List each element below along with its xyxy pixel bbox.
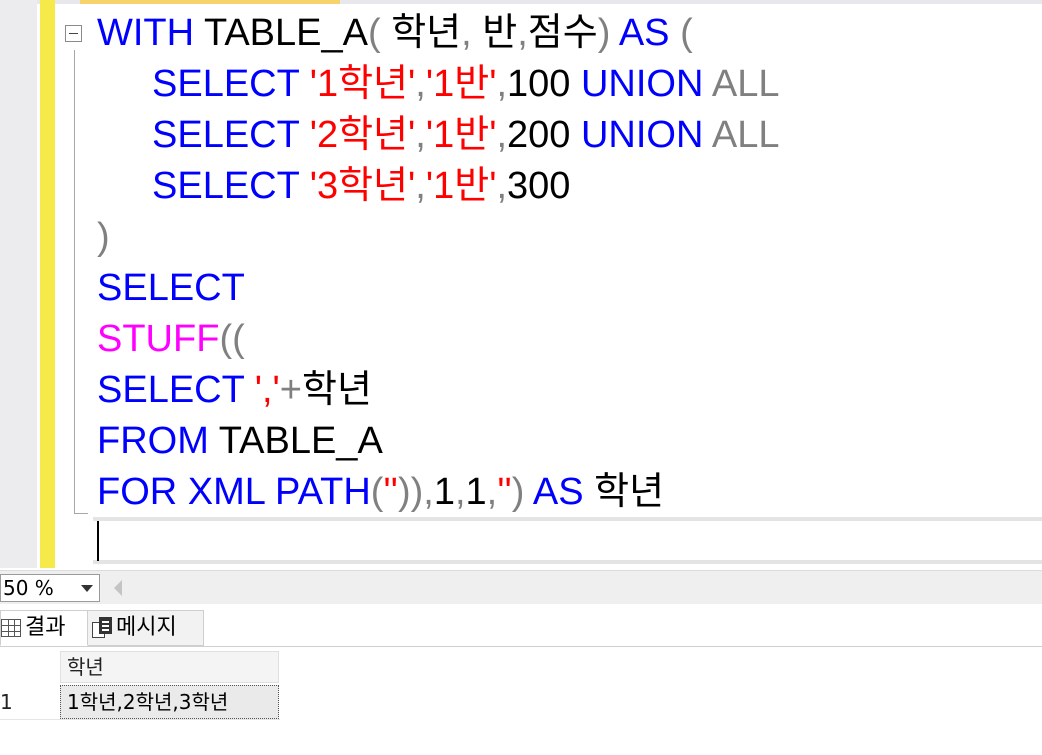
code-token: UNION — [570, 114, 704, 156]
code-token: , — [496, 165, 508, 207]
code-token: WITH — [97, 12, 195, 54]
code-token: , — [496, 114, 508, 156]
code-token: ( — [669, 12, 693, 54]
zoom-select[interactable]: 50 % — [0, 574, 100, 602]
code-token: AS — [524, 471, 584, 513]
code-token: STUFF — [97, 318, 220, 360]
code-token: '1반' — [425, 114, 497, 156]
code-token: , — [496, 63, 508, 105]
code-token: '1반' — [425, 165, 497, 207]
code-token: TABLE_A — [194, 12, 368, 54]
code-line: STUFF(( — [97, 314, 780, 365]
code-token: , — [415, 114, 426, 156]
code-token: )), — [397, 471, 434, 513]
zoom-value: 50 % — [3, 576, 54, 600]
result-cell[interactable]: 1학년,2학년,3학년 — [60, 685, 279, 719]
code-line: SELECT '1학년','1반',100 UNION ALL — [97, 59, 780, 110]
tab-messages[interactable]: 메시지 — [88, 610, 204, 646]
code-line: FOR XML PATH('')),1,1,'') AS 학년 — [97, 467, 780, 518]
code-token: '' — [497, 471, 512, 513]
code-token: (( — [219, 318, 245, 360]
tab-results-label: 결과 — [25, 615, 66, 640]
code-token: AS — [610, 12, 670, 54]
code-token: 학년 — [380, 12, 462, 54]
results-tabbar: 결과 메시지 — [0, 604, 1042, 647]
code-token: SELECT — [152, 165, 300, 207]
code-token: 1 — [465, 471, 487, 513]
code-token: SELECT — [97, 267, 245, 309]
change-tracking-bar — [40, 0, 55, 568]
code-token: ( — [368, 12, 381, 54]
code-line: ) — [97, 212, 780, 263]
scroll-left-icon[interactable] — [114, 580, 122, 596]
active-tab-highlight — [80, 0, 340, 4]
chevron-down-icon[interactable] — [81, 585, 93, 592]
code-token: 학년 — [583, 471, 665, 513]
code-token: + — [279, 369, 302, 411]
code-token: , — [415, 165, 426, 207]
code-token: '' — [383, 471, 398, 513]
code-token: , — [454, 471, 466, 513]
outline-line — [74, 50, 75, 514]
tab-results[interactable]: 결과 — [0, 610, 88, 646]
code-token: SELECT — [152, 114, 300, 156]
code-line: SELECT ','+학년 — [97, 365, 780, 416]
messages-icon — [92, 617, 112, 639]
outline-line-end — [74, 513, 88, 514]
code-token: 300 — [507, 165, 571, 207]
code-token: '2학년' — [309, 114, 416, 156]
code-token: SELECT — [97, 369, 245, 411]
code-token: ( — [370, 471, 384, 513]
code-line: SELECT — [97, 263, 780, 314]
code-line: WITH TABLE_A( 학년, 반,점수) AS ( — [97, 8, 780, 59]
row-number[interactable]: 1 — [0, 685, 58, 719]
code-token: , — [517, 12, 528, 54]
code-token: 반 — [471, 12, 518, 54]
editor-status-bar: 50 % — [0, 570, 1042, 604]
code-token: 200 — [507, 114, 571, 156]
results-grid: 학년 1 1학년,2학년,3학년 — [0, 647, 1042, 755]
query-editor[interactable]: WITH TABLE_A( 학년, 반,점수) AS (SELECT '1학년'… — [0, 0, 1042, 568]
grid-icon — [1, 619, 21, 637]
code-line: SELECT '2학년','1반',200 UNION ALL — [97, 110, 780, 161]
text-caret — [97, 521, 99, 561]
code-token: ',' — [254, 369, 280, 411]
code-token: ALL — [703, 114, 780, 156]
code-token: FOR — [97, 471, 178, 513]
code-token: '1학년' — [309, 63, 416, 105]
code-token: SELECT — [152, 63, 300, 105]
code-token: ALL — [703, 63, 780, 105]
column-header[interactable]: 학년 — [60, 651, 279, 683]
code-token: TABLE_A — [208, 420, 383, 462]
code-line: FROM TABLE_A — [97, 416, 780, 467]
row-divider — [0, 719, 280, 720]
code-token: 100 — [507, 63, 571, 105]
code-token: ) — [97, 216, 110, 258]
collapse-icon[interactable] — [65, 25, 82, 42]
line-number-gutter — [0, 0, 37, 568]
code-token: ) — [597, 12, 611, 54]
code-token: , — [486, 471, 498, 513]
code-token: PATH — [264, 471, 371, 513]
editor-top-strip — [0, 0, 1042, 4]
code-token: 1 — [433, 471, 455, 513]
code-token: FROM — [97, 420, 209, 462]
code-token: , — [461, 12, 472, 54]
code-token: ) — [511, 471, 525, 513]
code-line: SELECT '3학년','1반',300 — [97, 161, 780, 212]
code-token: XML — [177, 471, 265, 513]
code-token: 점수 — [527, 12, 598, 54]
code-token: '1반' — [425, 63, 497, 105]
tab-messages-label: 메시지 — [116, 615, 177, 640]
sql-code[interactable]: WITH TABLE_A( 학년, 반,점수) AS (SELECT '1학년'… — [97, 8, 780, 518]
code-token: 학년 — [301, 369, 372, 411]
code-token: '3학년' — [309, 165, 416, 207]
code-token: UNION — [570, 63, 704, 105]
current-line-highlight — [93, 517, 1042, 564]
code-token: , — [415, 63, 426, 105]
